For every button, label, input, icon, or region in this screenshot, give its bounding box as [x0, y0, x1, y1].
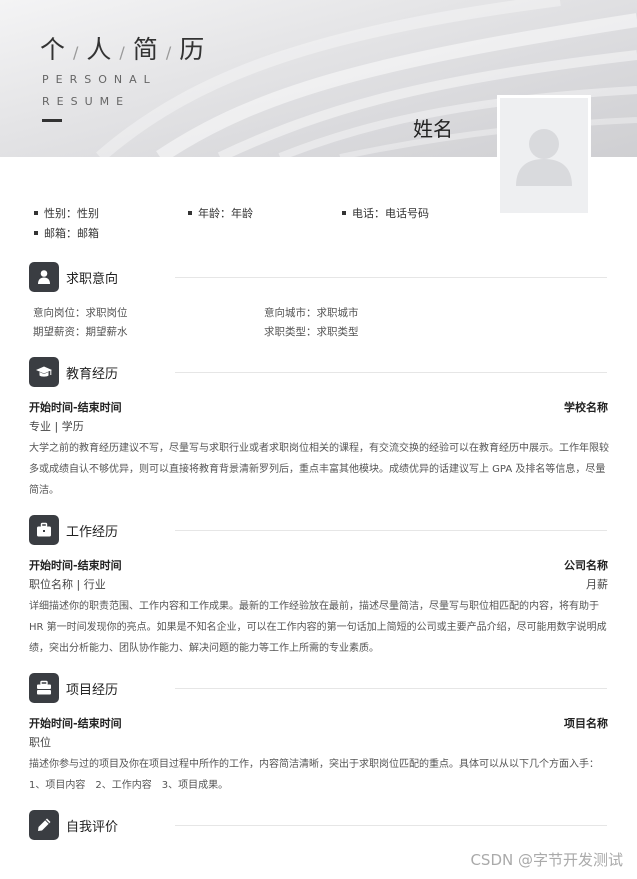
project-name: 项目名称	[564, 717, 608, 730]
person-icon	[29, 262, 59, 292]
intention-type: 求职类型：求职类型	[264, 326, 359, 338]
briefcase-icon	[29, 515, 59, 545]
project-time: 开始时间-结束时间	[29, 717, 122, 730]
section-divider	[175, 530, 607, 531]
title-en-personal: PERSONAL	[42, 73, 157, 86]
section-title: 自我评价	[66, 820, 119, 835]
csdn-watermark: CSDN @字节开发测试	[470, 851, 623, 869]
section-divider	[175, 372, 607, 373]
title-en-resume: RESUME	[42, 95, 131, 108]
work-time: 开始时间-结束时间	[29, 559, 122, 572]
intention-position: 意向岗位：求职岗位	[33, 307, 128, 319]
work-description: 详细描述你的职责范围、工作内容和工作成果。最新的工作经验放在最前，描述尽量简洁，…	[29, 601, 607, 654]
toolbox-icon	[29, 673, 59, 703]
graduation-cap-icon	[29, 357, 59, 387]
section-title: 工作经历	[66, 525, 119, 540]
title-separator: /	[165, 43, 174, 62]
section-title: 项目经历	[66, 683, 119, 698]
info-gender: 性别：性别	[34, 205, 99, 221]
info-age: 年龄：年龄	[188, 205, 253, 221]
avatar-placeholder-icon	[516, 129, 572, 186]
title-char: 简	[132, 35, 160, 64]
education-description: 大学之前的教育经历建议不写，尽量写与求职行业或者求职岗位相关的课程，有交流交换的…	[29, 443, 609, 496]
work-company: 公司名称	[564, 559, 608, 572]
work-position-industry: 职位名称 | 行业	[29, 578, 106, 591]
section-title: 求职意向	[66, 272, 119, 287]
section-title: 教育经历	[66, 367, 119, 382]
pen-icon	[29, 810, 59, 840]
info-email: 邮箱：邮箱	[34, 225, 99, 241]
project-role: 职位	[29, 736, 51, 749]
resume-title: 个 / 人 / 简 / 历	[40, 30, 206, 66]
work-salary: 月薪	[586, 578, 608, 591]
title-underline	[42, 119, 62, 122]
profile-photo[interactable]	[497, 95, 591, 216]
education-school: 学校名称	[564, 401, 608, 414]
education-time: 开始时间-结束时间	[29, 401, 122, 414]
candidate-name: 姓名	[413, 117, 453, 141]
title-char: 历	[179, 35, 207, 64]
education-major-degree: 专业 | 学历	[29, 420, 84, 433]
intention-city: 意向城市：求职城市	[264, 307, 359, 319]
info-phone: 电话：电话号码	[342, 205, 429, 221]
section-divider	[175, 825, 607, 826]
title-char: 人	[86, 35, 114, 64]
project-description: 描述你参与过的项目及你在项目过程中所作的工作，内容简洁清晰，突出于求职岗位匹配的…	[29, 759, 599, 791]
title-char: 个	[40, 35, 68, 64]
section-divider	[175, 277, 607, 278]
title-separator: /	[73, 43, 81, 62]
intention-salary: 期望薪资：期望薪水	[33, 326, 128, 338]
title-separator: /	[119, 43, 127, 62]
section-divider	[175, 688, 607, 689]
